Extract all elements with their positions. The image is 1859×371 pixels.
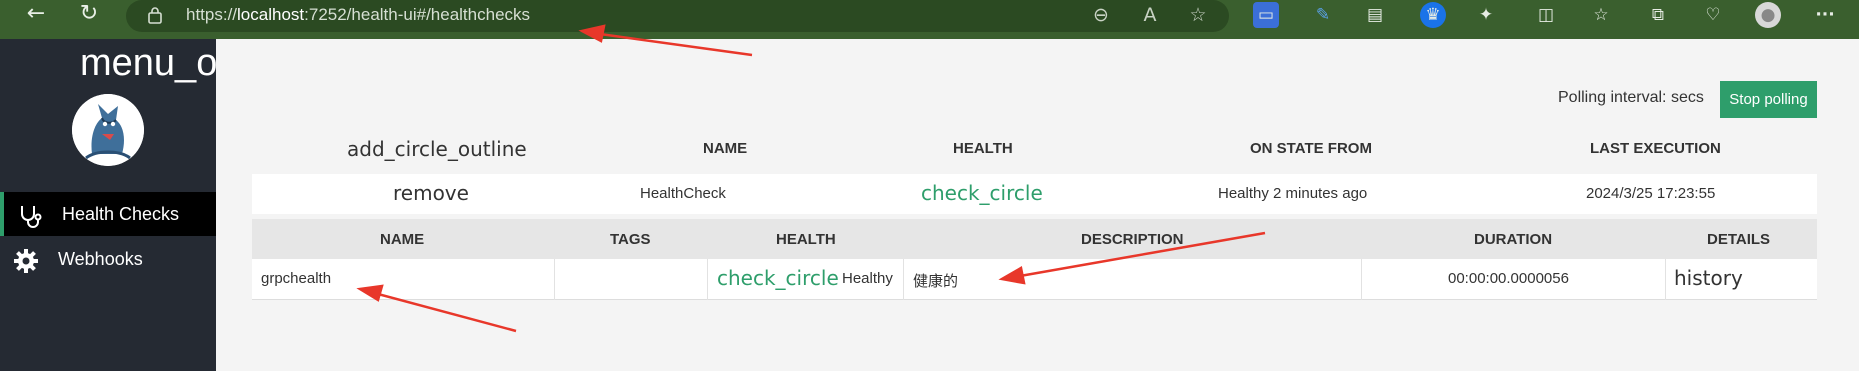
refresh-icon[interactable]: ↻: [75, 0, 103, 28]
entries-header-description: DESCRIPTION: [1081, 231, 1184, 248]
extension-brush-icon[interactable]: ✎: [1310, 2, 1336, 28]
entry-name: grpchealth: [261, 270, 332, 287]
entry-description: 健康的: [913, 273, 959, 290]
extensions-puzzle-icon[interactable]: ✦: [1473, 2, 1499, 28]
last-execution-value: 2024/3/25 17:23:55: [1586, 185, 1716, 202]
entries-header-tags: TAGS: [610, 231, 651, 248]
favorites-icon[interactable]: ☆: [1588, 2, 1614, 28]
lock-icon: [148, 7, 162, 24]
header-last-execution: LAST EXECUTION: [1590, 140, 1721, 157]
entries-header: NAME TAGS HEALTH DESCRIPTION DURATION DE…: [252, 219, 1817, 259]
check-circle-icon: check_circle: [921, 181, 1043, 205]
sidebar-title: menu_o: [80, 42, 216, 84]
profile-avatar-icon[interactable]: ●: [1755, 2, 1781, 28]
polling-interval-label: Polling interval: secs: [1558, 89, 1704, 106]
main-content: Polling interval: secs Stop polling add_…: [216, 39, 1859, 371]
healthcheck-name: HealthCheck: [640, 185, 726, 202]
column-divider: [707, 259, 708, 300]
address-bar[interactable]: https://localhost:7252/health-ui#/health…: [126, 0, 1229, 32]
back-icon[interactable]: ←: [22, 0, 50, 28]
url-text[interactable]: https://localhost:7252/health-ui#/health…: [186, 5, 530, 25]
sidebar-item-label: Webhooks: [58, 249, 143, 269]
column-divider: [1665, 259, 1666, 300]
extension-blue-icon[interactable]: ▭: [1253, 2, 1279, 28]
collections-icon[interactable]: ⧉: [1645, 2, 1671, 28]
header-name: NAME: [703, 140, 748, 157]
read-aloud-icon[interactable]: A: [1137, 2, 1163, 28]
check-circle-icon: check_circle: [717, 266, 839, 290]
column-divider: [554, 259, 555, 300]
add-circle-outline-icon[interactable]: add_circle_outline: [347, 137, 527, 161]
more-menu-icon[interactable]: ···: [1812, 2, 1838, 28]
sidebar-item-label: Health Checks: [62, 204, 180, 224]
entries-header-duration: DURATION: [1474, 231, 1553, 248]
zoom-out-icon[interactable]: ⊖: [1088, 2, 1114, 28]
gear-icon: [14, 249, 38, 273]
sidebar: menu_o Health Checks Webhooks: [0, 39, 216, 371]
extension-crown-icon[interactable]: ♛: [1420, 2, 1446, 28]
header-health: HEALTH: [953, 140, 1013, 157]
browser-health-icon[interactable]: ♡: [1700, 2, 1726, 28]
sidebar-item-webhooks[interactable]: Webhooks: [0, 237, 216, 281]
stethoscope-icon: [21, 206, 42, 228]
healthcheck-row[interactable]: remove HealthCheck check_circle Healthy …: [252, 174, 1817, 214]
header-on-state-from: ON STATE FROM: [1250, 140, 1372, 157]
logo-avatar: [72, 94, 144, 166]
entries-header-name: NAME: [380, 231, 425, 248]
remove-icon[interactable]: remove: [393, 181, 469, 205]
stop-polling-button[interactable]: Stop polling: [1720, 81, 1817, 118]
column-divider: [903, 259, 904, 300]
entry-duration: 00:00:00.0000056: [1448, 270, 1569, 287]
split-screen-icon[interactable]: ◫: [1533, 2, 1559, 28]
favorite-star-icon[interactable]: ☆: [1185, 2, 1211, 28]
column-divider: [1361, 259, 1362, 300]
entries-header-details: DETAILS: [1707, 231, 1771, 248]
sidebar-item-health-checks[interactable]: Health Checks: [0, 192, 216, 236]
on-state-from-value: Healthy 2 minutes ago: [1218, 185, 1368, 202]
entry-row: grpchealth check_circle Healthy 健康的 00:0…: [252, 259, 1817, 300]
entries-header-health: HEALTH: [776, 231, 836, 248]
history-icon[interactable]: history: [1674, 266, 1743, 290]
browser-toolbar: ← ↻ https://localhost:7252/health-ui#/he…: [0, 0, 1859, 39]
reading-list-icon[interactable]: ▤: [1362, 2, 1388, 28]
entry-health: Healthy: [842, 270, 893, 287]
mascot-icon: [72, 94, 144, 166]
